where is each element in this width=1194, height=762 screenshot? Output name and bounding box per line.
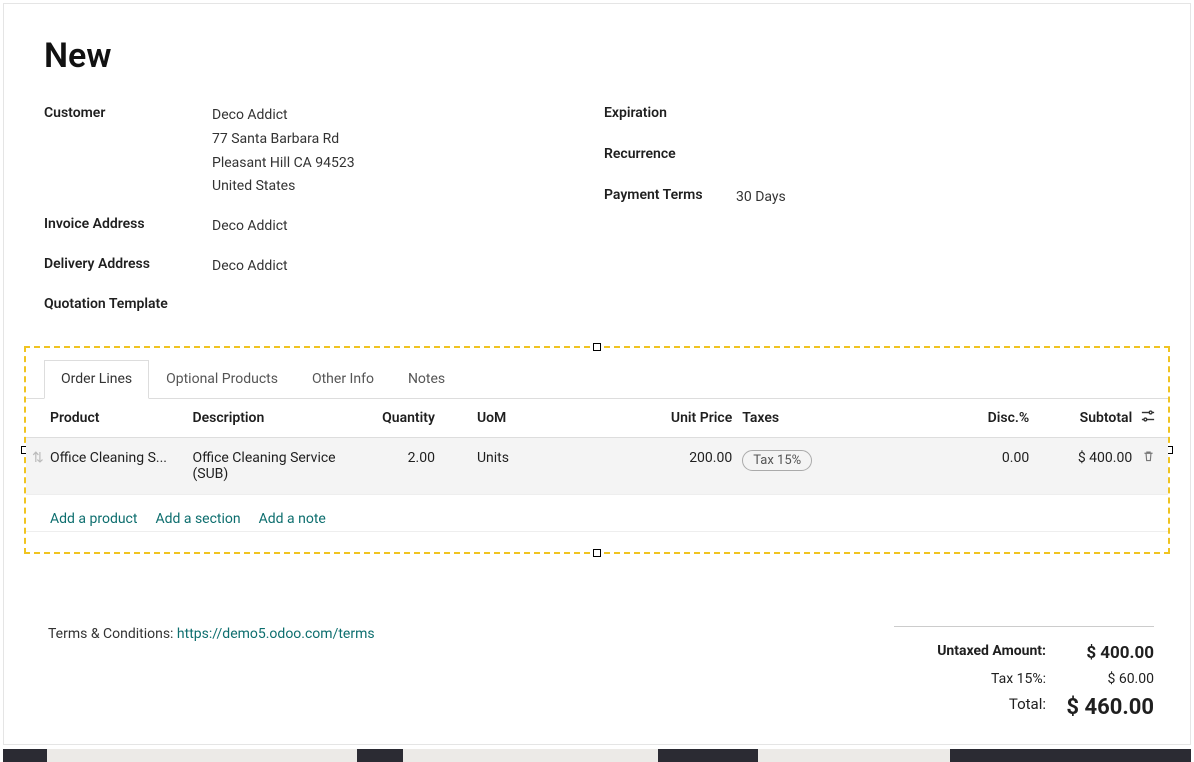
trash-icon	[1142, 451, 1155, 467]
col-description: Description	[193, 410, 351, 426]
cell-quantity[interactable]: 2.00	[351, 450, 445, 466]
total-value: $ 460.00	[1064, 695, 1154, 720]
col-quantity: Quantity	[351, 410, 445, 426]
customer-addr1: 77 Santa Barbara Rd	[212, 128, 355, 152]
cell-description[interactable]: Office Cleaning Service (SUB)	[193, 450, 351, 482]
invoice-address-label: Invoice Address	[44, 215, 212, 239]
customer-name: Deco Addict	[212, 104, 355, 128]
add-note-link[interactable]: Add a note	[259, 511, 326, 527]
highlighted-order-lines-region: Order Lines Optional Products Other Info…	[24, 346, 1170, 554]
cell-taxes[interactable]: Tax 15%	[742, 450, 930, 471]
sliders-icon	[1141, 411, 1155, 427]
columns-settings-button[interactable]	[1138, 409, 1158, 427]
terms-link[interactable]: https://demo5.odoo.com/terms	[177, 626, 375, 642]
terms-label: Terms & Conditions:	[48, 626, 177, 642]
col-taxes: Taxes	[742, 410, 930, 426]
table-header-row: Product Description Quantity UoM Unit Pr…	[26, 399, 1168, 438]
cell-unit-price[interactable]: 200.00	[574, 450, 742, 466]
bottom-strip	[3, 749, 1191, 762]
customer-label: Customer	[44, 104, 212, 199]
untaxed-amount-value: $ 400.00	[1064, 643, 1154, 663]
untaxed-amount-label: Untaxed Amount:	[894, 643, 1064, 663]
cell-product[interactable]: Office Cleaning S...	[50, 450, 193, 466]
tax-amount-label: Tax 15%:	[894, 671, 1064, 687]
tab-order-lines[interactable]: Order Lines	[44, 360, 149, 399]
tab-bar: Order Lines Optional Products Other Info…	[26, 360, 1168, 399]
payment-terms-value[interactable]: 30 Days	[736, 186, 786, 210]
fields-area: Customer Deco Addict 77 Santa Barbara Rd…	[4, 76, 1190, 346]
add-section-link[interactable]: Add a section	[155, 511, 240, 527]
drag-handle-icon[interactable]: ⇅	[32, 450, 44, 466]
cell-uom[interactable]: Units	[445, 450, 574, 466]
total-label: Total:	[894, 695, 1064, 720]
terms-and-conditions[interactable]: Terms & Conditions: https://demo5.odoo.c…	[48, 626, 375, 642]
footer: Terms & Conditions: https://demo5.odoo.c…	[4, 606, 1190, 734]
customer-addr2: Pleasant Hill CA 94523	[212, 152, 355, 176]
payment-terms-label: Payment Terms	[604, 186, 736, 210]
invoice-address-value[interactable]: Deco Addict	[212, 215, 288, 239]
tax-amount-value: $ 60.00	[1064, 671, 1154, 687]
delivery-address-label: Delivery Address	[44, 255, 212, 279]
right-column: Expiration Recurrence Payment Terms 30 D…	[604, 104, 1150, 328]
add-actions-row: Add a product Add a section Add a note	[26, 495, 1168, 532]
tab-other-info[interactable]: Other Info	[295, 360, 391, 398]
delete-line-button[interactable]	[1138, 450, 1158, 467]
form-view: New Customer Deco Addict 77 Santa Barbar…	[3, 3, 1191, 745]
cell-subtotal: $ 400.00	[1039, 450, 1138, 466]
col-subtotal: Subtotal	[1039, 410, 1138, 426]
order-lines-table: Product Description Quantity UoM Unit Pr…	[26, 399, 1168, 532]
table-row[interactable]: ⇅ Office Cleaning S... Office Cleaning S…	[26, 438, 1168, 495]
col-discount: Disc.%	[930, 410, 1039, 426]
tax-badge[interactable]: Tax 15%	[742, 450, 812, 471]
delivery-address-value[interactable]: Deco Addict	[212, 255, 288, 279]
totals-panel: Untaxed Amount: $ 400.00 Tax 15%: $ 60.0…	[894, 626, 1154, 724]
cell-discount[interactable]: 0.00	[930, 450, 1039, 466]
add-product-link[interactable]: Add a product	[50, 511, 137, 527]
expiration-label: Expiration	[604, 104, 736, 121]
tab-optional-products[interactable]: Optional Products	[149, 360, 295, 398]
quotation-template-label: Quotation Template	[44, 295, 212, 312]
selection-handle-icon[interactable]	[593, 343, 601, 351]
tab-notes[interactable]: Notes	[391, 360, 462, 398]
recurrence-label: Recurrence	[604, 145, 736, 162]
page-title: New	[4, 4, 1190, 76]
col-uom: UoM	[445, 410, 574, 426]
left-column: Customer Deco Addict 77 Santa Barbara Rd…	[44, 104, 604, 328]
col-product: Product	[50, 410, 193, 426]
selection-handle-icon[interactable]	[593, 549, 601, 557]
customer-value[interactable]: Deco Addict 77 Santa Barbara Rd Pleasant…	[212, 104, 355, 199]
col-unit-price: Unit Price	[574, 410, 742, 426]
customer-addr3: United States	[212, 175, 355, 199]
